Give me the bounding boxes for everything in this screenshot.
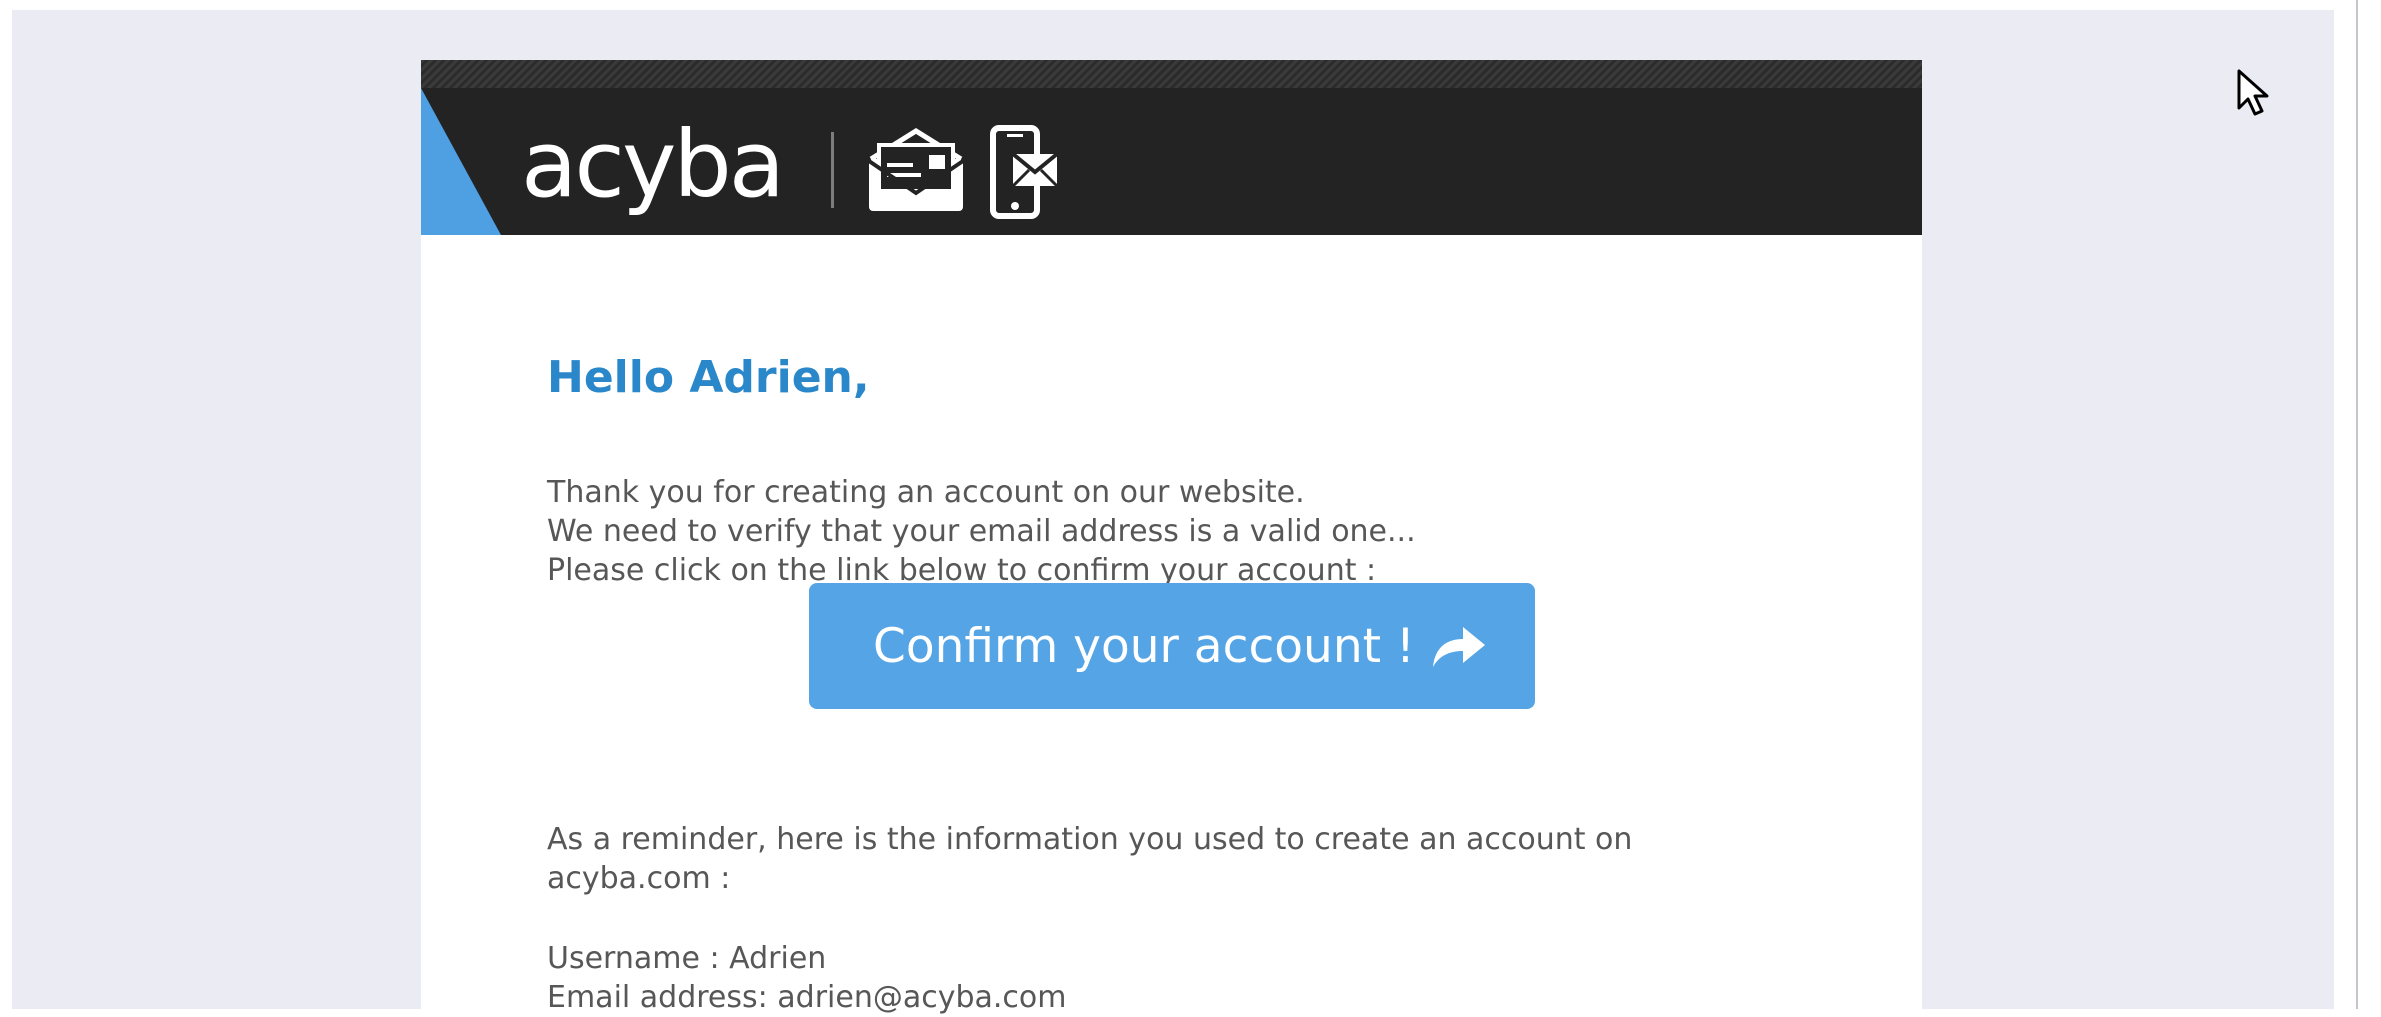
- email-message: acyba Hello Adrien, Thank you for creati…: [421, 60, 1922, 1015]
- username-line: Username : Adrien: [547, 941, 827, 976]
- confirm-account-label: Confirm your account !: [873, 619, 1415, 674]
- header-stripe: [421, 60, 1922, 88]
- reminder-line: acyba.com :: [547, 861, 731, 896]
- brand-divider: [831, 132, 834, 208]
- confirm-account-button[interactable]: Confirm your account !: [809, 583, 1535, 709]
- email-address-line: Email address: adrien@acyba.com: [547, 980, 1067, 1015]
- intro-line: Thank you for creating an account on our…: [547, 475, 1305, 510]
- email-header: acyba: [421, 60, 1922, 235]
- arrow-right-icon: [1433, 627, 1485, 667]
- mail-envelope-icon: [867, 128, 965, 211]
- phone-mail-icon: [990, 125, 1059, 219]
- reminder-paragraph: As a reminder, here is the information y…: [547, 820, 1632, 898]
- reminder-line: As a reminder, here is the information y…: [547, 822, 1633, 857]
- blue-corner-accent: [421, 88, 501, 235]
- intro-paragraph: Thank you for creating an account on our…: [547, 473, 1416, 590]
- brand-logo-text: acyba: [521, 111, 785, 218]
- intro-line: We need to verify that your email addres…: [547, 514, 1416, 549]
- credentials-block: Username : Adrien Email address: adrien@…: [547, 939, 1067, 1017]
- greeting-heading: Hello Adrien,: [547, 352, 870, 403]
- scrollbar[interactable]: [2356, 0, 2381, 1009]
- mouse-pointer-icon: [2237, 69, 2269, 116]
